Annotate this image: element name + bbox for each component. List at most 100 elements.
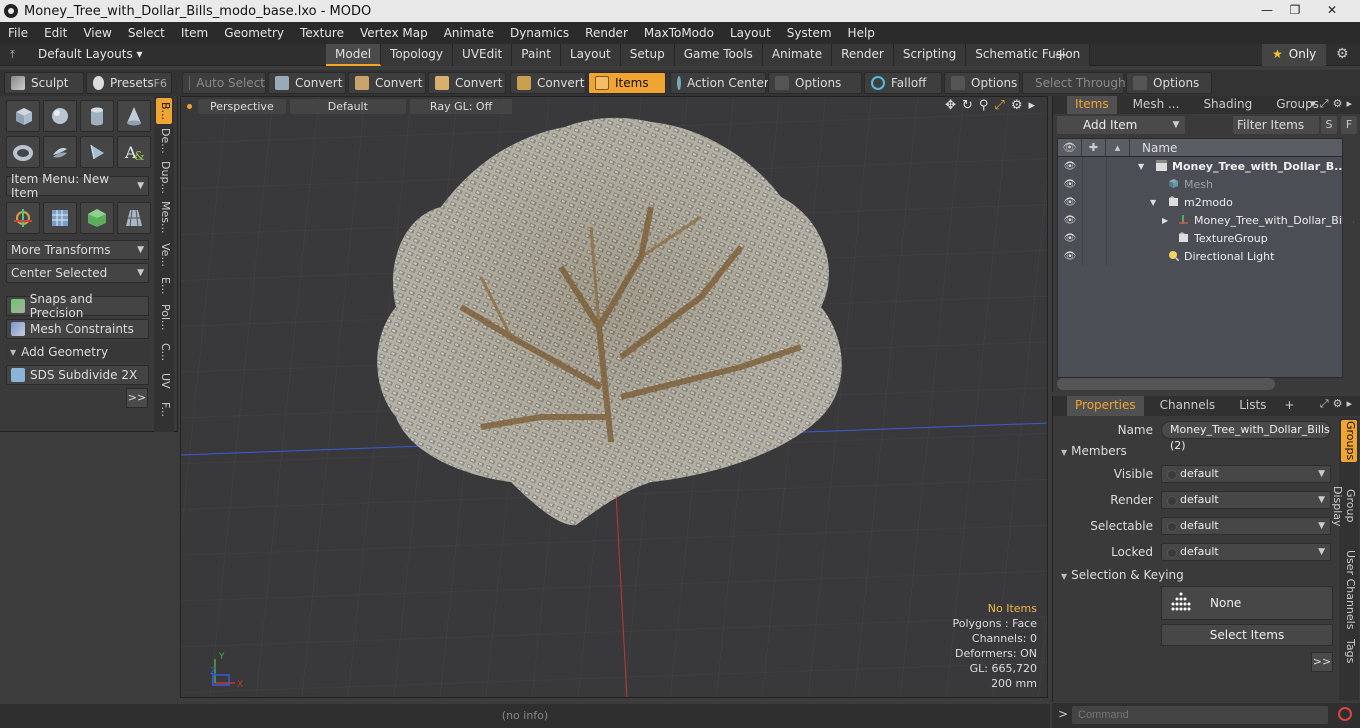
members-section[interactable]: ▼ Members (1061, 444, 1127, 458)
viewport-gear-icon[interactable]: ⚙ (1011, 98, 1023, 113)
tree-row[interactable]: 👁 ▼ m2modo (1058, 193, 1342, 211)
maximize-icon[interactable]: ❐ (1282, 1, 1308, 19)
snaps-and-precision-button[interactable]: Snaps and Precision (6, 292, 149, 320)
add-item-dropdown-icon[interactable]: ▼ (1167, 116, 1185, 134)
expand-arrow-icon[interactable]: ▼ (1138, 162, 1144, 171)
select-items-button[interactable]: Select Items (1161, 624, 1333, 646)
falloff-button[interactable]: Falloff (864, 72, 942, 94)
tree-row[interactable]: 👁 Directional Light (1058, 247, 1342, 265)
eye-icon[interactable]: 👁 (1058, 161, 1082, 172)
tab-paint[interactable]: Paint (512, 44, 561, 66)
only-toggle[interactable]: ★ Only (1262, 44, 1326, 66)
convert-polygons-button[interactable]: Convert (428, 72, 506, 94)
add-layout-tab-button[interactable]: + (1054, 45, 1067, 64)
menu-maxtomodo[interactable]: MaxToModo (636, 26, 722, 40)
sphere-tool-button[interactable] (43, 100, 77, 132)
tab-uvedit[interactable]: UVEdit (453, 44, 513, 66)
menu-texture[interactable]: Texture (292, 26, 352, 40)
vtab-polygon[interactable]: Pol... (156, 302, 172, 332)
menu-item[interactable]: Item (173, 26, 216, 40)
menu-render[interactable]: Render (577, 26, 636, 40)
select-through-options-button[interactable]: Options (1126, 72, 1212, 94)
tab-topology[interactable]: Topology (381, 44, 454, 66)
vtab-fusion[interactable]: F... (156, 398, 172, 422)
sculpt-button[interactable]: Sculpt (4, 72, 84, 94)
item-list-horizontal-scrollbar[interactable] (1057, 378, 1275, 390)
rotate-icon[interactable]: ↻ (962, 98, 973, 113)
falloff-options-button[interactable]: Options (944, 72, 1020, 94)
vtab-user-channels[interactable]: User Channels (1341, 550, 1357, 630)
menu-vertex-map[interactable]: Vertex Map (352, 26, 436, 40)
view-type-dropdown[interactable]: Perspective (198, 98, 286, 114)
minimize-icon[interactable]: — (1254, 1, 1280, 19)
vtab-curve[interactable]: C... (156, 340, 172, 364)
vtab-basic[interactable]: B... (156, 98, 172, 124)
item-menu-dropdown[interactable]: Item Menu: New Item ▼ (6, 172, 149, 200)
shading-dropdown[interactable]: Default (289, 98, 406, 114)
eye-icon[interactable]: 👁 (1058, 233, 1082, 244)
menu-system[interactable]: System (779, 26, 840, 40)
tab-shading[interactable]: Shading (1195, 96, 1260, 114)
pan-icon[interactable]: ✥ (945, 98, 956, 113)
sds-subdivide-button[interactable]: SDS Subdivide 2X (6, 365, 149, 385)
mesh-constraints-button[interactable]: Mesh Constraints (6, 319, 149, 339)
zoom-icon[interactable]: ⚲ (979, 98, 989, 113)
vtab-mesh-edit[interactable]: Mes... (156, 200, 172, 234)
selectable-dropdown[interactable]: default ▼ (1161, 517, 1331, 535)
torus-tool-button[interactable] (6, 136, 40, 168)
vtab-uv[interactable]: UV (156, 370, 172, 392)
cone-tool-button[interactable] (117, 100, 151, 132)
tree-row[interactable]: 👁 Mesh (1058, 175, 1342, 193)
menu-file[interactable]: File (0, 26, 36, 40)
plane-tool-button[interactable] (117, 202, 151, 234)
gear-icon[interactable]: ⚙ (1336, 46, 1349, 62)
cube-tool-button[interactable] (6, 100, 40, 132)
menu-select[interactable]: Select (120, 26, 173, 40)
center-selected-dropdown[interactable]: Center Selected ▼ (6, 263, 149, 283)
tab-channels[interactable]: Channels (1152, 396, 1224, 416)
eye-icon[interactable]: 👁 (1058, 179, 1082, 190)
close-icon[interactable]: ✕ (1310, 1, 1354, 19)
items-mode-button[interactable]: Items (588, 72, 666, 94)
convert-vertices-button[interactable]: Convert (268, 72, 346, 94)
tab-mesh-ops[interactable]: Mesh ... (1125, 96, 1188, 114)
name-column-header[interactable]: Name (1130, 139, 1177, 156)
tab-model[interactable]: Model (326, 44, 382, 66)
viewport-expand-icon[interactable]: ▸ (1028, 98, 1035, 113)
auto-select-button[interactable]: Auto Select (182, 72, 266, 94)
capsule-tool-button[interactable] (43, 136, 77, 168)
vtab-duplicate[interactable]: Dup... (156, 160, 172, 194)
text-tool-button[interactable]: A & (117, 136, 151, 168)
3d-viewport[interactable]: Perspective Default Ray GL: Off ✥ ↻ ⚲ ⤢ … (180, 96, 1048, 698)
viewport-menu-dot[interactable] (187, 103, 192, 109)
menu-view[interactable]: View (75, 26, 119, 40)
tab-lists[interactable]: Lists (1231, 396, 1274, 416)
expand-more-button[interactable]: >> (126, 388, 148, 408)
panel-options-icons[interactable]: ▾⤢⚙▸ (1310, 97, 1356, 111)
tab-scripting[interactable]: Scripting (893, 44, 967, 66)
filter-items-field[interactable]: Filter Items (1233, 116, 1319, 134)
menu-help[interactable]: Help (840, 26, 883, 40)
tree-row[interactable]: 👁 ▶ Money_Tree_with_Dollar_Bills (1058, 211, 1354, 229)
stop-command-icon[interactable] (1338, 707, 1352, 721)
cylinder-tool-button[interactable] (80, 100, 114, 132)
menu-dynamics[interactable]: Dynamics (502, 26, 577, 40)
tab-items[interactable]: Items (1067, 96, 1117, 114)
tab-game-tools[interactable]: Game Tools (674, 44, 763, 66)
render-dropdown[interactable]: default ▼ (1161, 491, 1331, 509)
menu-edit[interactable]: Edit (36, 26, 75, 40)
raygl-toggle[interactable]: Ray GL: Off (409, 98, 513, 114)
tree-row[interactable]: 👁 ▼ Money_Tree_with_Dollar_B... (1058, 157, 1347, 175)
tab-properties[interactable]: Properties (1067, 396, 1144, 416)
eye-icon[interactable]: 👁 (1058, 197, 1082, 208)
tab-setup[interactable]: Setup (620, 44, 675, 66)
presets-button[interactable]: Presets F6 (86, 72, 172, 94)
vtab-groups[interactable]: Groups (1341, 420, 1357, 462)
visible-dropdown[interactable]: default ▼ (1161, 465, 1331, 483)
more-transforms-dropdown[interactable]: More Transforms ▼ (6, 240, 149, 260)
add-geometry-section[interactable]: ▼ Add Geometry (6, 342, 149, 362)
transform-tool-button[interactable] (6, 202, 40, 234)
selection-keying-section[interactable]: ▼ Selection & Keying (1061, 568, 1184, 582)
vtab-group-display[interactable]: Group Display (1331, 470, 1357, 542)
vtab-vertex[interactable]: Ve... (156, 242, 172, 268)
